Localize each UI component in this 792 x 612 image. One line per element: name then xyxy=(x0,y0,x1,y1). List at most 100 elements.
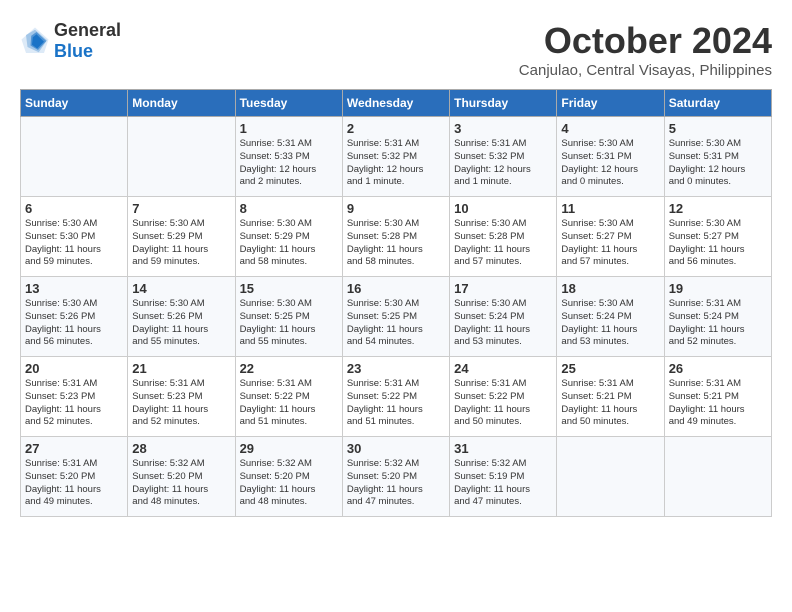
day-number: 2 xyxy=(347,121,445,136)
day-number: 12 xyxy=(669,201,767,216)
cell-info: Sunrise: 5:30 AM Sunset: 5:29 PM Dayligh… xyxy=(240,218,338,269)
calendar-cell: 11 Sunrise: 5:30 AM Sunset: 5:27 PM Dayli… xyxy=(557,197,664,277)
calendar-cell: 9 Sunrise: 5:30 AM Sunset: 5:28 PM Daylig… xyxy=(342,197,449,277)
calendar-cell: 21Sunrise: 5:31 AM Sunset: 5:23 PM Dayli… xyxy=(128,357,235,437)
calendar-week-5: 27 Sunrise: 5:31 AM Sunset: 5:20 PM Dayli… xyxy=(21,437,772,517)
day-number: 25 xyxy=(561,361,659,376)
calendar-header-row: SundayMondayTuesdayWednesdayThursdayFrid… xyxy=(21,90,772,117)
cell-info: Sunrise: 5:31 AM Sunset: 5:20 PM Dayligh… xyxy=(25,458,123,509)
calendar-cell xyxy=(557,437,664,517)
day-number: 18 xyxy=(561,281,659,296)
calendar-cell: 4 Sunrise: 5:30 AM Sunset: 5:31 PM Daylig… xyxy=(557,117,664,197)
calendar-table: SundayMondayTuesdayWednesdayThursdayFrid… xyxy=(20,89,772,517)
cell-info: Sunrise: 5:30 AM Sunset: 5:24 PM Dayligh… xyxy=(454,298,552,349)
title-area: October 2024 Canjulao, Central Visayas, … xyxy=(519,20,772,79)
day-number: 11 xyxy=(561,201,659,216)
calendar-cell: 25 Sunrise: 5:31 AM Sunset: 5:21 PM Dayli… xyxy=(557,357,664,437)
day-number: 26 xyxy=(669,361,767,376)
cell-info: Sunrise: 5:30 AM Sunset: 5:29 PM Dayligh… xyxy=(132,218,230,269)
calendar-week-3: 13 Sunrise: 5:30 AM Sunset: 5:26 PM Dayli… xyxy=(21,277,772,357)
cell-info: Sunrise: 5:30 AM Sunset: 5:25 PM Dayligh… xyxy=(240,298,338,349)
day-number: 6 xyxy=(25,201,123,216)
calendar-cell: 5 Sunrise: 5:30 AM Sunset: 5:31 PM Daylig… xyxy=(664,117,771,197)
cell-info: Sunrise: 5:31 AM Sunset: 5:22 PM Dayligh… xyxy=(454,378,552,429)
cell-info: Sunrise: 5:31 AM Sunset: 5:23 PM Dayligh… xyxy=(25,378,123,429)
cell-info: Sunrise: 5:31 AM Sunset: 5:32 PM Dayligh… xyxy=(454,138,552,189)
location-title: Canjulao, Central Visayas, Philippines xyxy=(519,62,772,79)
day-number: 10 xyxy=(454,201,552,216)
cell-info: Sunrise: 5:30 AM Sunset: 5:27 PM Dayligh… xyxy=(669,218,767,269)
cell-info: Sunrise: 5:30 AM Sunset: 5:31 PM Dayligh… xyxy=(561,138,659,189)
calendar-week-2: 6Sunrise: 5:30 AM Sunset: 5:30 PM Daylig… xyxy=(21,197,772,277)
day-number: 5 xyxy=(669,121,767,136)
cell-info: Sunrise: 5:31 AM Sunset: 5:33 PM Dayligh… xyxy=(240,138,338,189)
cell-info: Sunrise: 5:31 AM Sunset: 5:21 PM Dayligh… xyxy=(561,378,659,429)
logo: General Blue xyxy=(20,20,121,62)
calendar-cell: 27 Sunrise: 5:31 AM Sunset: 5:20 PM Dayli… xyxy=(21,437,128,517)
cell-info: Sunrise: 5:31 AM Sunset: 5:22 PM Dayligh… xyxy=(240,378,338,429)
calendar-cell xyxy=(664,437,771,517)
day-number: 13 xyxy=(25,281,123,296)
cell-info: Sunrise: 5:30 AM Sunset: 5:31 PM Dayligh… xyxy=(669,138,767,189)
day-number: 19 xyxy=(669,281,767,296)
day-number: 27 xyxy=(25,441,123,456)
calendar-cell: 3 Sunrise: 5:31 AM Sunset: 5:32 PM Daylig… xyxy=(450,117,557,197)
cell-info: Sunrise: 5:32 AM Sunset: 5:20 PM Dayligh… xyxy=(347,458,445,509)
day-number: 28 xyxy=(132,441,230,456)
page-header: General Blue October 2024 Canjulao, Cent… xyxy=(20,20,772,79)
cell-info: Sunrise: 5:30 AM Sunset: 5:26 PM Dayligh… xyxy=(25,298,123,349)
calendar-cell: 17 Sunrise: 5:30 AM Sunset: 5:24 PM Dayli… xyxy=(450,277,557,357)
cell-info: Sunrise: 5:30 AM Sunset: 5:24 PM Dayligh… xyxy=(561,298,659,349)
calendar-cell: 31 Sunrise: 5:32 AM Sunset: 5:19 PM Dayli… xyxy=(450,437,557,517)
cell-info: Sunrise: 5:32 AM Sunset: 5:19 PM Dayligh… xyxy=(454,458,552,509)
calendar-cell: 6Sunrise: 5:30 AM Sunset: 5:30 PM Daylig… xyxy=(21,197,128,277)
calendar-cell: 15 Sunrise: 5:30 AM Sunset: 5:25 PM Dayli… xyxy=(235,277,342,357)
cell-info: Sunrise: 5:30 AM Sunset: 5:26 PM Dayligh… xyxy=(132,298,230,349)
calendar-body: 1 Sunrise: 5:31 AM Sunset: 5:33 PM Daylig… xyxy=(21,117,772,517)
calendar-week-4: 20 Sunrise: 5:31 AM Sunset: 5:23 PM Dayli… xyxy=(21,357,772,437)
day-number: 17 xyxy=(454,281,552,296)
day-number: 3 xyxy=(454,121,552,136)
calendar-cell: 13 Sunrise: 5:30 AM Sunset: 5:26 PM Dayli… xyxy=(21,277,128,357)
calendar-cell: 20 Sunrise: 5:31 AM Sunset: 5:23 PM Dayli… xyxy=(21,357,128,437)
logo-blue: Blue xyxy=(54,41,93,61)
day-number: 23 xyxy=(347,361,445,376)
calendar-cell: 10Sunrise: 5:30 AM Sunset: 5:28 PM Dayli… xyxy=(450,197,557,277)
day-number: 30 xyxy=(347,441,445,456)
cell-info: Sunrise: 5:31 AM Sunset: 5:22 PM Dayligh… xyxy=(347,378,445,429)
day-number: 4 xyxy=(561,121,659,136)
cell-info: Sunrise: 5:30 AM Sunset: 5:28 PM Dayligh… xyxy=(347,218,445,269)
cell-info: Sunrise: 5:31 AM Sunset: 5:32 PM Dayligh… xyxy=(347,138,445,189)
logo-icon xyxy=(20,26,50,56)
calendar-cell: 1 Sunrise: 5:31 AM Sunset: 5:33 PM Daylig… xyxy=(235,117,342,197)
cell-info: Sunrise: 5:30 AM Sunset: 5:27 PM Dayligh… xyxy=(561,218,659,269)
day-number: 22 xyxy=(240,361,338,376)
calendar-cell: 29 Sunrise: 5:32 AM Sunset: 5:20 PM Dayli… xyxy=(235,437,342,517)
day-number: 14 xyxy=(132,281,230,296)
day-number: 29 xyxy=(240,441,338,456)
cell-info: Sunrise: 5:32 AM Sunset: 5:20 PM Dayligh… xyxy=(240,458,338,509)
calendar-cell: 23 Sunrise: 5:31 AM Sunset: 5:22 PM Dayli… xyxy=(342,357,449,437)
day-number: 20 xyxy=(25,361,123,376)
calendar-cell: 22 Sunrise: 5:31 AM Sunset: 5:22 PM Dayli… xyxy=(235,357,342,437)
day-number: 7 xyxy=(132,201,230,216)
day-number: 9 xyxy=(347,201,445,216)
calendar-cell: 8Sunrise: 5:30 AM Sunset: 5:29 PM Daylig… xyxy=(235,197,342,277)
calendar-cell: 16Sunrise: 5:30 AM Sunset: 5:25 PM Dayli… xyxy=(342,277,449,357)
calendar-week-1: 1 Sunrise: 5:31 AM Sunset: 5:33 PM Daylig… xyxy=(21,117,772,197)
day-number: 31 xyxy=(454,441,552,456)
cell-info: Sunrise: 5:31 AM Sunset: 5:24 PM Dayligh… xyxy=(669,298,767,349)
header-cell-monday: Monday xyxy=(128,90,235,117)
cell-info: Sunrise: 5:32 AM Sunset: 5:20 PM Dayligh… xyxy=(132,458,230,509)
logo-general: General xyxy=(54,20,121,40)
calendar-cell: 18 Sunrise: 5:30 AM Sunset: 5:24 PM Dayli… xyxy=(557,277,664,357)
calendar-cell xyxy=(128,117,235,197)
calendar-cell: 12 Sunrise: 5:30 AM Sunset: 5:27 PM Dayli… xyxy=(664,197,771,277)
day-number: 1 xyxy=(240,121,338,136)
calendar-cell: 24Sunrise: 5:31 AM Sunset: 5:22 PM Dayli… xyxy=(450,357,557,437)
day-number: 15 xyxy=(240,281,338,296)
header-cell-wednesday: Wednesday xyxy=(342,90,449,117)
month-title: October 2024 xyxy=(519,20,772,62)
header-cell-friday: Friday xyxy=(557,90,664,117)
cell-info: Sunrise: 5:30 AM Sunset: 5:25 PM Dayligh… xyxy=(347,298,445,349)
